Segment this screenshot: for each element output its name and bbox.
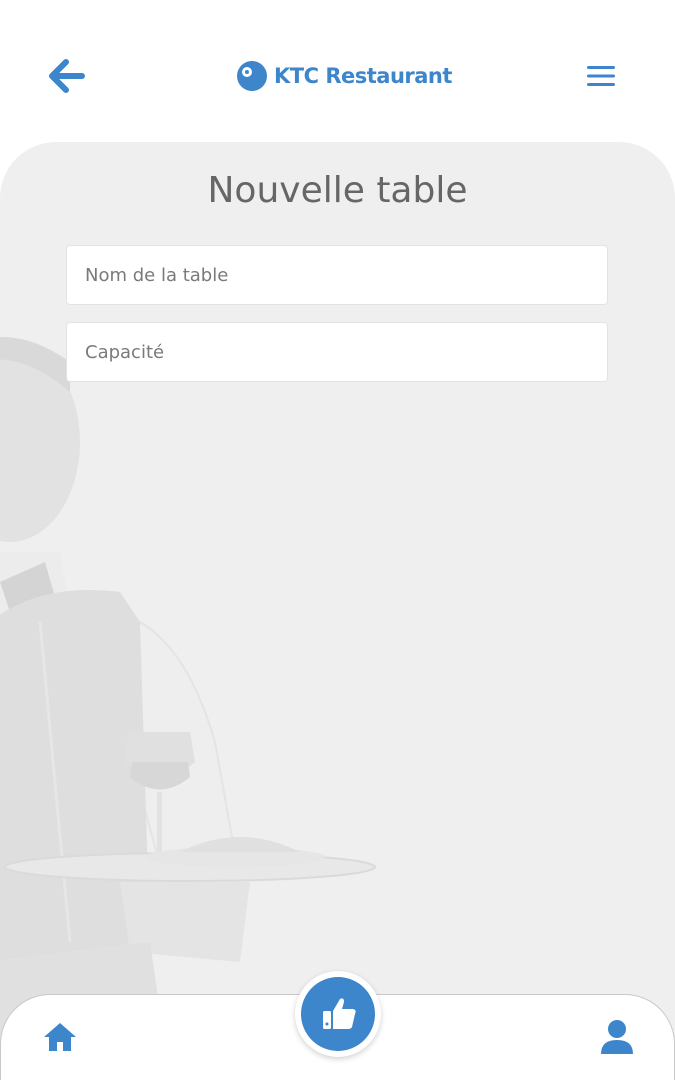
app-header: KTC Restaurant <box>0 0 675 140</box>
waiter-background-image <box>0 337 376 1080</box>
page-title: Nouvelle table <box>207 170 468 211</box>
home-icon[interactable] <box>42 1020 78 1054</box>
ktc-logo-icon <box>237 61 267 91</box>
user-profile-icon[interactable] <box>598 1018 636 1056</box>
table-capacity-input[interactable] <box>66 322 608 382</box>
brand: KTC Restaurant <box>236 58 452 94</box>
thumbs-up-button-circle <box>301 977 375 1051</box>
table-name-input[interactable] <box>66 245 608 305</box>
hamburger-menu-icon[interactable] <box>584 62 618 90</box>
brand-name: KTC Restaurant <box>274 64 452 88</box>
thumbs-up-button[interactable] <box>295 971 381 1057</box>
form-panel: Nouvelle table <box>0 142 675 1080</box>
back-arrow-icon[interactable] <box>46 56 88 96</box>
thumbs-up-icon <box>323 998 356 1029</box>
